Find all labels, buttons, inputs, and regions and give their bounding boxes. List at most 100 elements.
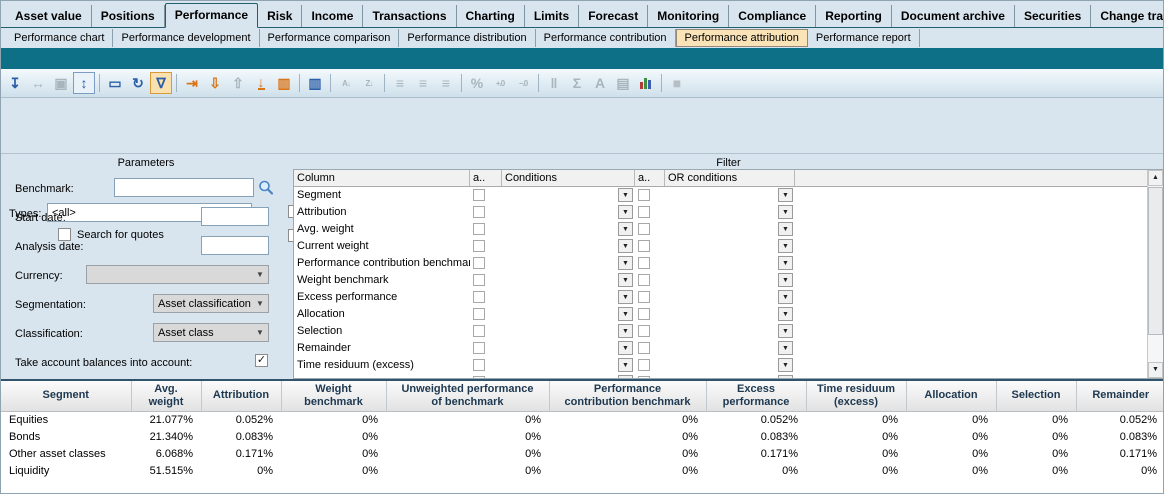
sub-tab-performance-distribution[interactable]: Performance distribution <box>399 29 535 47</box>
sub-tab-performance-report[interactable]: Performance report <box>808 29 920 47</box>
add-decimal-icon[interactable]: +.0 <box>489 72 511 94</box>
filter-and-checkbox[interactable] <box>473 342 485 354</box>
conditions-dropdown[interactable]: ▼ <box>618 239 633 253</box>
table-row-other-asset-classes[interactable]: Other asset classes6.068%0.171%0%0%0%0.1… <box>1 445 1164 462</box>
results-header-excess-performance[interactable]: Excessperformance <box>706 381 806 411</box>
filter-and-checkbox[interactable] <box>473 206 485 218</box>
or-conditions-dropdown[interactable]: ▼ <box>778 188 793 202</box>
or-conditions-dropdown[interactable]: ▼ <box>778 358 793 372</box>
stop-icon[interactable]: ■ <box>666 72 688 94</box>
main-tab-document-archive[interactable]: Document archive <box>892 5 1015 27</box>
filter-or-checkbox[interactable] <box>638 342 650 354</box>
align-center-icon[interactable]: ≡ <box>412 72 434 94</box>
group-columns-icon[interactable]: ‖ <box>543 72 565 94</box>
or-conditions-dropdown[interactable]: ▼ <box>778 205 793 219</box>
or-conditions-dropdown[interactable]: ▼ <box>778 341 793 355</box>
results-header-time-residuum-excess[interactable]: Time residuum(excess) <box>806 381 906 411</box>
results-header-segment[interactable]: Segment <box>1 381 131 411</box>
conditions-dropdown[interactable]: ▼ <box>618 341 633 355</box>
align-right-icon[interactable]: ≡ <box>435 72 457 94</box>
results-header-allocation[interactable]: Allocation <box>906 381 996 411</box>
or-conditions-dropdown[interactable]: ▼ <box>778 307 793 321</box>
filter-or-checkbox[interactable] <box>638 291 650 303</box>
sub-tab-performance-comparison[interactable]: Performance comparison <box>260 29 400 47</box>
conditions-dropdown[interactable]: ▼ <box>618 188 633 202</box>
window-layout-icon[interactable]: ▭ <box>104 72 126 94</box>
filter-and-checkbox[interactable] <box>473 308 485 320</box>
optimize-columns-icon[interactable]: ▥ <box>273 72 295 94</box>
collapse-icon[interactable]: ⇧ <box>227 72 249 94</box>
remove-decimal-icon[interactable]: −.0 <box>512 72 534 94</box>
main-tab-performance[interactable]: Performance <box>165 3 258 28</box>
table-row-equities[interactable]: Equities21.077%0.052%0%0%0%0.052%0%0%0%0… <box>1 411 1164 428</box>
main-tab-risk[interactable]: Risk <box>258 5 302 27</box>
or-conditions-dropdown[interactable]: ▼ <box>778 222 793 236</box>
results-header-performance-contribution-benchmark[interactable]: Performancecontribution benchmark <box>549 381 706 411</box>
benchmark-search-icon[interactable] <box>257 179 275 197</box>
table-row-bonds[interactable]: Bonds21.340%0.083%0%0%0%0.083%0%0%0%0.08… <box>1 428 1164 445</box>
analysis-date-input[interactable] <box>201 236 269 255</box>
filter-icon[interactable]: ∇ <box>150 72 172 94</box>
filter-and-checkbox[interactable] <box>473 240 485 252</box>
main-tab-positions[interactable]: Positions <box>92 5 165 27</box>
filter-or-checkbox[interactable] <box>638 223 650 235</box>
column-visibility-icon[interactable]: ▥ <box>304 72 326 94</box>
filter-scrollbar[interactable]: ▲ ▼ <box>1147 170 1163 378</box>
results-header-attribution[interactable]: Attribution <box>201 381 281 411</box>
main-tab-limits[interactable]: Limits <box>525 5 579 27</box>
main-tab-forecast[interactable]: Forecast <box>579 5 648 27</box>
filter-and-checkbox[interactable] <box>473 359 485 371</box>
main-tab-transactions[interactable]: Transactions <box>363 5 456 27</box>
benchmark-input[interactable] <box>114 178 254 197</box>
or-conditions-dropdown[interactable]: ▼ <box>778 324 793 338</box>
or-conditions-dropdown[interactable]: ▼ <box>778 290 793 304</box>
filter-and-checkbox[interactable] <box>473 257 485 269</box>
filter-and-checkbox[interactable] <box>473 223 485 235</box>
filter-or-checkbox[interactable] <box>638 206 650 218</box>
filter-and-checkbox[interactable] <box>473 274 485 286</box>
sort-desc-icon[interactable]: Z↓ <box>358 72 380 94</box>
fit-selection-icon[interactable]: ▣ <box>50 72 72 94</box>
filter-and-checkbox[interactable] <box>473 325 485 337</box>
filter-or-checkbox[interactable] <box>638 257 650 269</box>
main-tab-charting[interactable]: Charting <box>457 5 525 27</box>
account-balances-checkbox[interactable] <box>255 354 268 367</box>
main-tab-change-tracking[interactable]: Change tracking <box>1091 5 1164 27</box>
filter-or-checkbox[interactable] <box>638 240 650 252</box>
export-table-icon[interactable]: ↧ <box>4 72 26 94</box>
fit-height-icon[interactable]: ↕ <box>73 72 95 94</box>
main-tab-compliance[interactable]: Compliance <box>729 5 816 27</box>
expand-row-icon[interactable]: ⇩ <box>204 72 226 94</box>
currency-combo[interactable]: ▼ <box>86 265 269 284</box>
sub-tab-performance-contribution[interactable]: Performance contribution <box>536 29 676 47</box>
expand-column-icon[interactable]: ⇥ <box>181 72 203 94</box>
or-conditions-dropdown[interactable]: ▼ <box>778 273 793 287</box>
main-tab-monitoring[interactable]: Monitoring <box>648 5 729 27</box>
scroll-down-icon[interactable]: ▼ <box>1148 362 1163 378</box>
sub-tab-performance-attribution[interactable]: Performance attribution <box>676 29 808 47</box>
table-row-liquidity[interactable]: Liquidity51.515%0%0%0%0%0%0%0%0%0% <box>1 462 1164 479</box>
or-conditions-dropdown[interactable]: ▼ <box>778 239 793 253</box>
conditions-dropdown[interactable]: ▼ <box>618 307 633 321</box>
scrollbar-thumb[interactable] <box>1148 187 1163 335</box>
filter-and-checkbox[interactable] <box>473 189 485 201</box>
sort-asc-icon[interactable]: A↓ <box>335 72 357 94</box>
sum-icon[interactable]: Σ <box>566 72 588 94</box>
classification-combo[interactable]: Asset class ▼ <box>153 323 269 342</box>
refresh-icon[interactable]: ↻ <box>127 72 149 94</box>
conditions-dropdown[interactable]: ▼ <box>618 358 633 372</box>
or-conditions-dropdown[interactable]: ▼ <box>778 256 793 270</box>
filter-or-checkbox[interactable] <box>638 274 650 286</box>
filter-or-checkbox[interactable] <box>638 308 650 320</box>
filter-or-checkbox[interactable] <box>638 325 650 337</box>
jump-last-icon[interactable]: ↓ <box>250 72 272 94</box>
sub-tab-performance-chart[interactable]: Performance chart <box>6 29 113 47</box>
start-date-input[interactable] <box>201 207 269 226</box>
chart-icon[interactable] <box>635 72 657 94</box>
font-icon[interactable]: A <box>589 72 611 94</box>
conditions-dropdown[interactable]: ▼ <box>618 273 633 287</box>
conditions-dropdown[interactable]: ▼ <box>618 290 633 304</box>
main-tab-income[interactable]: Income <box>302 5 363 27</box>
filter-and-checkbox[interactable] <box>473 291 485 303</box>
conditions-dropdown[interactable]: ▼ <box>618 256 633 270</box>
